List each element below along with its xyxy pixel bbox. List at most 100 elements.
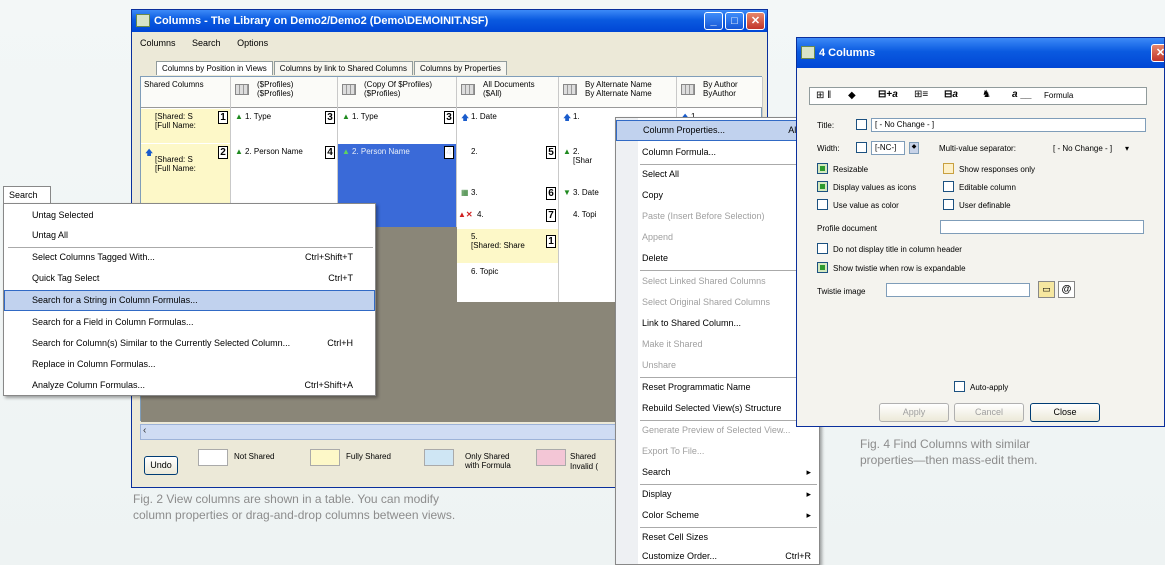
cell[interactable]: ▲✕ 4. 7	[457, 207, 558, 228]
menu-item-delete[interactable]: Delete	[616, 248, 819, 269]
column-header[interactable]: All Documents ($All)	[457, 77, 558, 108]
menu-item-column-properties[interactable]: Column Properties...Alt+E	[616, 120, 819, 141]
column-header[interactable]: (Copy Of $Profiles) ($Profiles)	[338, 77, 456, 108]
menu-item-generate-preview[interactable]: Generate Preview of Selected View...	[616, 420, 819, 441]
title-input[interactable]: [ - No Change - ]	[871, 118, 1146, 132]
apply-button[interactable]: Apply	[879, 403, 949, 422]
menu-item-select-original[interactable]: Select Original Shared Columns	[616, 292, 819, 313]
menu-search[interactable]: Search	[192, 38, 221, 48]
cell[interactable]: ▦ 3. 6	[457, 185, 558, 206]
menu-item-search-similar[interactable]: Search for Column(s) Similar to the Curr…	[4, 333, 375, 354]
title-checkbox[interactable]	[856, 119, 867, 130]
cell[interactable]: 🡅 1. Date	[457, 109, 558, 143]
folder-icon[interactable]: ▭	[1038, 281, 1055, 298]
cell[interactable]: ▲ 1. Type 3	[338, 109, 456, 143]
menu-item-untag-selected[interactable]: Untag Selected	[4, 205, 375, 226]
menu-item-analyze[interactable]: Analyze Column Formulas... Ctrl+Shift+A	[4, 375, 375, 396]
close-icon[interactable]: ✕	[1151, 44, 1164, 62]
cell[interactable]: 2. 5	[457, 144, 558, 184]
width-input[interactable]: [-NC-]	[871, 141, 905, 155]
menu-item-color-scheme[interactable]: Color Scheme ▸	[616, 505, 819, 526]
cell-text: 4.	[477, 210, 484, 219]
menu-item-append[interactable]: AppendC	[616, 227, 819, 248]
menu-item-copy[interactable]: CopyC	[616, 185, 819, 206]
cell[interactable]: ▲ 1. Type 3	[231, 109, 337, 143]
show-responses-checkbox[interactable]	[943, 163, 954, 174]
tab-advanced-icon[interactable]: ♞	[982, 89, 991, 100]
menu-item-display[interactable]: Display ▸	[616, 484, 819, 505]
menu-item-select-all[interactable]: Select AllC	[616, 164, 819, 185]
menu-item-unshare[interactable]: UnshareC	[616, 355, 819, 376]
position-number: 3	[444, 111, 454, 124]
cancel-button[interactable]: Cancel	[954, 403, 1024, 422]
cell[interactable]: 5. [Shared: Share 1	[457, 229, 558, 263]
menu-item-search[interactable]: Search ▸	[616, 462, 819, 483]
column-header[interactable]: By Author ByAuthor	[677, 77, 762, 108]
menu-item-reset-cell-sizes[interactable]: Reset Cell Sizes	[616, 527, 819, 548]
tab-title-font-icon[interactable]: ⊟a	[944, 89, 958, 100]
tab-columns-by-position[interactable]: Columns by Position in Views	[156, 61, 273, 75]
undo-button[interactable]: Undo	[144, 456, 178, 475]
tab-columns-by-link[interactable]: Columns by link to Shared Columns	[273, 61, 413, 75]
close-icon[interactable]: ✕	[746, 12, 765, 30]
show-twistie-checkbox[interactable]	[817, 262, 828, 273]
minimize-icon[interactable]: _	[704, 12, 723, 30]
tab-sorting-icon[interactable]: ◆	[848, 90, 856, 101]
menu-item-paste[interactable]: Paste (Insert Before Selection)C	[616, 206, 819, 227]
properties-window-titlebar[interactable]: 4 Columns ✕	[797, 38, 1164, 68]
menu-item-search-field[interactable]: Search for a Field in Column Formulas...	[4, 312, 375, 333]
scroll-left-icon[interactable]: ‹	[143, 425, 146, 436]
menu-item-label: Untag Selected	[32, 210, 94, 220]
column-all-documents[interactable]: All Documents ($All) 🡅 1. Date 2. 5 ▦ 3.…	[457, 77, 559, 302]
tab-basics-icon[interactable]: ⊞ ‖	[816, 90, 831, 101]
formula-at-icon[interactable]: @	[1058, 281, 1075, 298]
menu-item-export[interactable]: Export To File...	[616, 441, 819, 462]
arrow-up-icon: ▲	[235, 112, 243, 121]
menu-item-make-shared[interactable]: Make it SharedC	[616, 334, 819, 355]
close-button[interactable]: Close	[1030, 403, 1100, 422]
submenu-arrow-icon: ▸	[806, 510, 811, 520]
cell[interactable]: ▲ 2. Person Name 4	[231, 144, 337, 184]
twistie-image-input[interactable]	[886, 283, 1030, 297]
profile-document-input[interactable]	[940, 220, 1144, 234]
search-menu-tab[interactable]: Search	[3, 186, 51, 204]
menu-item-reset-name[interactable]: Reset Programmatic Name	[616, 377, 819, 398]
menu-item-rebuild[interactable]: Rebuild Selected View(s) Structure	[616, 398, 819, 419]
tab-formula-icon[interactable]: a __	[1012, 89, 1031, 100]
app-icon	[136, 14, 150, 27]
dropdown-arrow-icon[interactable]: ▾	[1125, 144, 1129, 153]
width-spinner-icon[interactable]: ◆	[909, 142, 919, 154]
menu-item-select-linked[interactable]: Select Linked Shared Columns	[616, 271, 819, 292]
editable-checkbox[interactable]	[943, 181, 954, 192]
menu-item-untag-all[interactable]: Untag All	[4, 225, 375, 246]
tab-formula-label[interactable]: Formula	[1044, 91, 1073, 100]
multi-value-separator-select[interactable]: [ - No Change - ]	[1053, 144, 1112, 153]
column-header[interactable]: ($Profiles) ($Profiles)	[231, 77, 337, 108]
column-header[interactable]: Shared Columns	[141, 77, 230, 108]
user-definable-checkbox[interactable]	[943, 199, 954, 210]
menu-columns[interactable]: Columns	[140, 38, 176, 48]
resizable-checkbox[interactable]	[817, 163, 828, 174]
menu-item-link-shared[interactable]: Link to Shared Column...C	[616, 313, 819, 334]
columns-window-titlebar[interactable]: Columns - The Library on Demo2/Demo2 (De…	[132, 10, 767, 32]
width-checkbox[interactable]	[856, 142, 867, 153]
no-title-checkbox[interactable]	[817, 243, 828, 254]
tab-numbers-icon[interactable]: ⊞≡	[914, 89, 928, 100]
maximize-icon[interactable]: □	[725, 12, 744, 30]
column-header[interactable]: By Alternate Name By Alternate Name	[559, 77, 676, 108]
menu-options[interactable]: Options	[237, 38, 268, 48]
menu-item-quick-tag[interactable]: Quick Tag Select Ctrl+T	[4, 268, 375, 289]
menu-item-column-formula[interactable]: Column Formula...	[616, 142, 819, 163]
tab-columns-by-properties[interactable]: Columns by Properties	[413, 61, 507, 75]
display-icons-checkbox[interactable]	[817, 181, 828, 192]
menu-item-select-tagged[interactable]: Select Columns Tagged With... Ctrl+Shift+…	[4, 247, 375, 268]
cell[interactable]: [Shared: S [Full Name: 1	[141, 109, 230, 143]
menu-item-replace[interactable]: Replace in Column Formulas...	[4, 354, 375, 375]
menu-item-search-string[interactable]: Search for a String in Column Formulas..…	[4, 290, 375, 311]
cell[interactable]: 6. Topic	[457, 264, 558, 284]
arrow-down-icon: ▼	[563, 188, 571, 197]
auto-apply-checkbox[interactable]	[954, 381, 965, 392]
use-color-checkbox[interactable]	[817, 199, 828, 210]
menu-item-customize-order[interactable]: Customize Order... Ctrl+R	[616, 546, 819, 565]
tab-font-icon[interactable]: ⊟+a	[878, 89, 898, 100]
